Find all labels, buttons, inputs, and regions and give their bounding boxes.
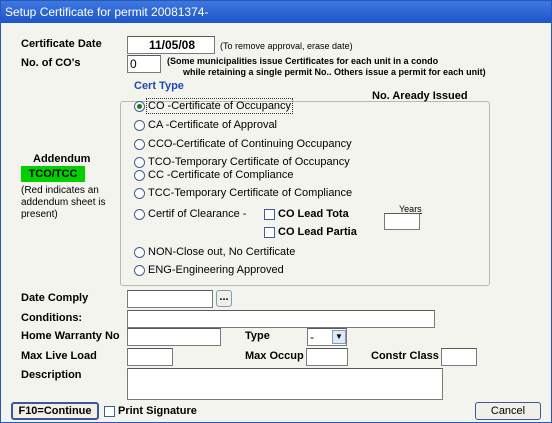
radio-cco-button[interactable] [134, 138, 145, 150]
addendum-note-line2: addendum sheet is [21, 197, 106, 208]
date-picker-button[interactable]: ... [216, 290, 232, 307]
description-label: Description [21, 369, 82, 381]
co-lead-total-label: CO Lead Tota [278, 208, 349, 220]
radio-non-button[interactable] [134, 246, 145, 258]
conditions-field[interactable] [127, 310, 435, 328]
radio-tco-button[interactable] [134, 156, 145, 168]
years-field[interactable] [384, 213, 420, 230]
radio-eng-button[interactable] [134, 264, 145, 276]
print-signature-option[interactable]: Print Signature [104, 405, 197, 417]
radio-cco[interactable]: CCO-Certificate of Continuing Occupancy [134, 138, 352, 150]
constr-class-label: Constr Class [371, 350, 439, 362]
type-select-value: - [310, 330, 314, 344]
radio-co-button[interactable] [134, 100, 145, 112]
max-live-load-field[interactable] [127, 348, 173, 366]
max-occup-label: Max Occup [245, 350, 304, 362]
num-cos-hint-line2: while retaining a single permit No.. Oth… [183, 67, 486, 77]
addendum-note-line1: (Red indicates an [21, 185, 99, 196]
certificate-date-field[interactable]: 11/05/08 [127, 36, 215, 54]
radio-cc-button[interactable] [134, 169, 145, 181]
checkbox-co-lead-total[interactable]: CO Lead Tota [264, 208, 349, 220]
radio-tcc[interactable]: TCC-Temporary Certificate of Compliance [134, 187, 352, 199]
continue-button[interactable]: F10=Continue [11, 402, 99, 420]
window-title: Setup Certificate for permit 20081374- [5, 5, 209, 19]
checkbox-co-lead-partial[interactable]: CO Lead Partia [264, 226, 357, 238]
radio-tco[interactable]: TCO-Temporary Certificate of Occupancy [134, 156, 350, 168]
conditions-label: Conditions: [21, 312, 83, 324]
radio-tcc-label: TCC-Temporary Certificate of Compliance [148, 187, 353, 199]
home-warranty-label: Home Warranty No [21, 330, 120, 342]
print-signature-checkbox[interactable] [104, 405, 115, 417]
cert-type-label: Cert Type [134, 80, 184, 92]
home-warranty-field[interactable] [127, 328, 221, 346]
radio-co[interactable]: CO -Certificate of Occupancy [134, 98, 294, 114]
radio-cco-label: CCO-Certificate of Continuing Occupancy [148, 138, 352, 150]
co-lead-partial-label: CO Lead Partia [278, 226, 357, 238]
radio-non[interactable]: NON-Close out, No Certificate [134, 246, 295, 258]
radio-eng[interactable]: ENG-Engineering Approved [134, 264, 284, 276]
radio-cc-label: CC -Certificate of Compliance [148, 169, 294, 181]
date-comply-field[interactable] [127, 290, 213, 308]
certificate-date-label: Certificate Date [21, 38, 102, 50]
already-issued-label: No. Aready Issued [372, 90, 468, 102]
num-cos-label: No. of CO's [21, 57, 81, 69]
certificate-date-hint: (To remove approval, erase date) [220, 41, 353, 51]
radio-ca-button[interactable] [134, 119, 145, 131]
max-live-load-label: Max Live Load [21, 350, 97, 362]
radio-ca[interactable]: CA -Certificate of Approval [134, 119, 277, 131]
addendum-note-line3: present) [21, 209, 58, 220]
type-label: Type [245, 330, 270, 342]
radio-clearance[interactable]: Certif of Clearance - [134, 208, 246, 220]
constr-class-field[interactable] [441, 348, 477, 366]
co-lead-partial-checkbox[interactable] [264, 226, 275, 238]
max-occup-field[interactable] [306, 348, 348, 366]
radio-eng-label: ENG-Engineering Approved [148, 264, 284, 276]
setup-certificate-dialog: Setup Certificate for permit 20081374- C… [0, 0, 552, 423]
title-bar: Setup Certificate for permit 20081374- [1, 1, 551, 23]
print-signature-label: Print Signature [118, 405, 197, 417]
chevron-down-icon[interactable]: ▼ [332, 330, 346, 344]
cancel-button[interactable]: Cancel [475, 402, 541, 420]
date-comply-label: Date Comply [21, 292, 89, 304]
type-select[interactable]: - ▼ [307, 328, 347, 346]
num-cos-field[interactable]: 0 [127, 55, 161, 73]
radio-cc[interactable]: CC -Certificate of Compliance [134, 169, 294, 181]
radio-co-label: CO -Certificate of Occupancy [145, 98, 294, 114]
radio-non-label: NON-Close out, No Certificate [148, 246, 296, 258]
radio-clearance-button[interactable] [134, 208, 145, 220]
radio-tco-label: TCO-Temporary Certificate of Occupancy [148, 156, 350, 168]
radio-ca-label: CA -Certificate of Approval [148, 119, 278, 131]
addendum-label: Addendum [33, 153, 91, 165]
num-cos-hint-line1: (Some municipalities issue Certificates … [167, 56, 439, 66]
co-lead-total-checkbox[interactable] [264, 208, 275, 220]
description-field[interactable] [127, 368, 443, 400]
addendum-badge[interactable]: TCO/TCC [21, 166, 85, 182]
radio-tcc-button[interactable] [134, 187, 145, 199]
radio-clearance-label: Certif of Clearance - [148, 208, 247, 220]
